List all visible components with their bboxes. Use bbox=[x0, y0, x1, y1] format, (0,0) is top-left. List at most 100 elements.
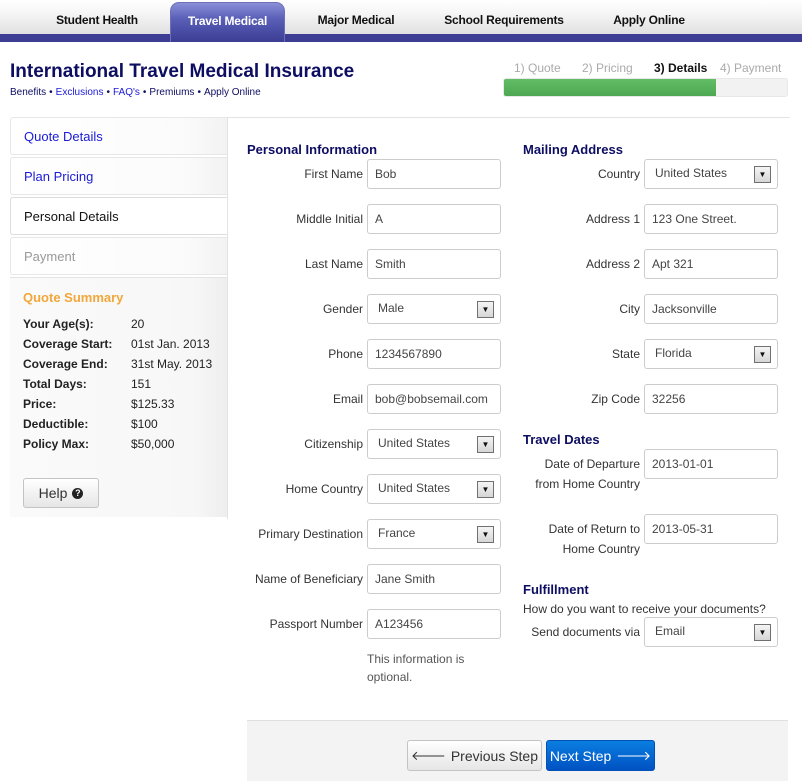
state-value: Florida bbox=[655, 346, 692, 360]
state-select[interactable]: Florida ▼ bbox=[644, 339, 778, 369]
send-via-label: Send documents via bbox=[531, 625, 640, 639]
dropdown-arrow-icon: ▼ bbox=[477, 436, 494, 453]
phone-input[interactable] bbox=[367, 339, 501, 369]
summary-value: 01st Jan. 2013 bbox=[131, 337, 210, 351]
step-quote: 1) Quote bbox=[514, 61, 561, 75]
departure-date-input[interactable] bbox=[644, 449, 778, 479]
next-step-button[interactable]: Next Step 🡒 bbox=[546, 740, 655, 771]
city-input[interactable] bbox=[644, 294, 778, 324]
link-exclusions[interactable]: Exclusions bbox=[56, 87, 104, 98]
first-name-input[interactable] bbox=[367, 159, 501, 189]
fulfillment-title: Fulfillment bbox=[523, 582, 589, 597]
summary-value: 31st May. 2013 bbox=[131, 357, 213, 371]
return-date-input[interactable] bbox=[644, 514, 778, 544]
return-label-line-1: Date of Return to bbox=[548, 522, 640, 536]
dropdown-arrow-icon: ▼ bbox=[754, 166, 771, 183]
summary-row-coverage-start: Coverage Start: 01st Jan. 2013 bbox=[23, 337, 227, 357]
country-select[interactable]: United States ▼ bbox=[644, 159, 778, 189]
page-title: International Travel Medical Insurance bbox=[10, 61, 355, 82]
top-nav: Student Health Travel Medical Major Medi… bbox=[0, 0, 802, 42]
summary-row-total-days: Total Days: 151 bbox=[23, 377, 227, 397]
help-label: Help bbox=[38, 485, 68, 501]
middle-initial-input[interactable] bbox=[367, 204, 501, 234]
link-benefits[interactable]: Benefits bbox=[10, 87, 46, 98]
citizenship-label: Citizenship bbox=[304, 437, 363, 451]
return-label-line-2: Home Country bbox=[562, 542, 640, 556]
passport-input[interactable] bbox=[367, 609, 501, 639]
gender-label: Gender bbox=[322, 302, 363, 316]
link-separator: • bbox=[142, 87, 147, 98]
passport-label: Passport Number bbox=[269, 617, 363, 631]
previous-step-label: Previous Step bbox=[450, 747, 539, 764]
email-input[interactable] bbox=[367, 384, 501, 414]
summary-row-age: Your Age(s): 20 bbox=[23, 317, 227, 337]
phone-label: Phone bbox=[328, 347, 363, 361]
summary-key: Coverage Start: bbox=[23, 337, 113, 351]
step-payment: 4) Payment bbox=[720, 61, 782, 75]
nav-tab-apply-online[interactable]: Apply Online bbox=[596, 2, 702, 36]
primary-destination-label: Primary Destination bbox=[258, 527, 363, 541]
city-label: City bbox=[619, 302, 640, 316]
passport-note-line-1: This information is bbox=[367, 652, 465, 666]
address1-input[interactable] bbox=[644, 204, 778, 234]
summary-key: Price: bbox=[23, 397, 57, 411]
country-label: Country bbox=[597, 167, 640, 181]
personal-info-title: Personal Information bbox=[247, 142, 378, 157]
previous-step-button[interactable]: 🡐 Previous Step bbox=[407, 740, 542, 771]
next-step-label: Next Step bbox=[549, 747, 612, 764]
nav-tab-school-requirements[interactable]: School Requirements bbox=[430, 2, 578, 36]
sidebar-item-quote-details[interactable]: Quote Details bbox=[10, 117, 227, 155]
nav-tab-major-medical[interactable]: Major Medical bbox=[298, 2, 414, 36]
primary-destination-select[interactable]: France ▼ bbox=[367, 519, 501, 549]
sidebar: Quote Details Plan Pricing Personal Deta… bbox=[10, 117, 228, 517]
address2-input[interactable] bbox=[644, 249, 778, 279]
question-circle-icon: ? bbox=[72, 487, 84, 499]
send-via-select[interactable]: Email ▼ bbox=[644, 617, 778, 647]
home-country-label: Home Country bbox=[285, 482, 363, 496]
summary-key: Coverage End: bbox=[23, 357, 108, 371]
sidebar-item-personal-details[interactable]: Personal Details bbox=[10, 197, 228, 235]
sidebar-item-plan-pricing[interactable]: Plan Pricing bbox=[10, 157, 227, 195]
summary-value: $50,000 bbox=[131, 437, 175, 451]
progress-steps: 1) Quote 2) Pricing 3) Details 4) Paymen… bbox=[503, 61, 788, 75]
summary-key: Deductible: bbox=[23, 417, 89, 431]
link-separator: • bbox=[106, 87, 110, 98]
zip-label: Zip Code bbox=[591, 392, 640, 406]
last-name-label: Last Name bbox=[304, 257, 363, 271]
link-premiums[interactable]: Premiums bbox=[149, 87, 194, 98]
progress-bar bbox=[503, 78, 788, 97]
gender-select[interactable]: Male ▼ bbox=[367, 294, 501, 324]
travel-dates-title: Travel Dates bbox=[523, 432, 600, 447]
mailing-address-title: Mailing Address bbox=[523, 142, 623, 157]
dropdown-arrow-icon: ▼ bbox=[477, 301, 494, 318]
step-pricing: 2) Pricing bbox=[582, 61, 633, 75]
beneficiary-label: Name of Beneficiary bbox=[254, 572, 363, 586]
sub-links: Benefits • Exclusions • FAQ's • Premiums • Apply… bbox=[10, 87, 261, 98]
citizenship-select[interactable]: United States ▼ bbox=[367, 429, 501, 459]
last-name-input[interactable] bbox=[367, 249, 501, 279]
progress-fill bbox=[504, 79, 717, 96]
gender-value: Male bbox=[378, 301, 405, 315]
home-country-value: United States bbox=[378, 481, 451, 495]
departure-label-line-1: Date of Departure bbox=[544, 457, 640, 471]
quote-summary-title: Quote Summary bbox=[23, 290, 124, 305]
dropdown-arrow-icon: ▼ bbox=[477, 481, 494, 498]
passport-note-line-2: optional. bbox=[367, 670, 413, 684]
zip-input[interactable] bbox=[644, 384, 778, 414]
email-label: Email bbox=[332, 392, 363, 406]
beneficiary-input[interactable] bbox=[367, 564, 501, 594]
link-faqs[interactable]: FAQ's bbox=[113, 87, 140, 98]
content-divider bbox=[227, 117, 228, 519]
link-apply-online[interactable]: Apply Online bbox=[204, 87, 261, 98]
help-button[interactable]: Help ? bbox=[23, 478, 99, 508]
summary-row-price: Price: $125.33 bbox=[23, 397, 227, 417]
middle-initial-label: Middle Initial bbox=[296, 212, 363, 226]
departure-label-line-2: from Home Country bbox=[535, 477, 640, 491]
nav-tab-travel-medical[interactable]: Travel Medical bbox=[170, 2, 285, 42]
nav-tab-student-health[interactable]: Student Health bbox=[36, 2, 158, 36]
quote-summary: Quote Summary Your Age(s): 20 Coverage St… bbox=[10, 277, 227, 517]
dropdown-arrow-icon: ▼ bbox=[754, 624, 771, 641]
home-country-select[interactable]: United States ▼ bbox=[367, 474, 501, 504]
dropdown-arrow-icon: ▼ bbox=[477, 526, 494, 543]
summary-value: 20 bbox=[131, 317, 145, 331]
